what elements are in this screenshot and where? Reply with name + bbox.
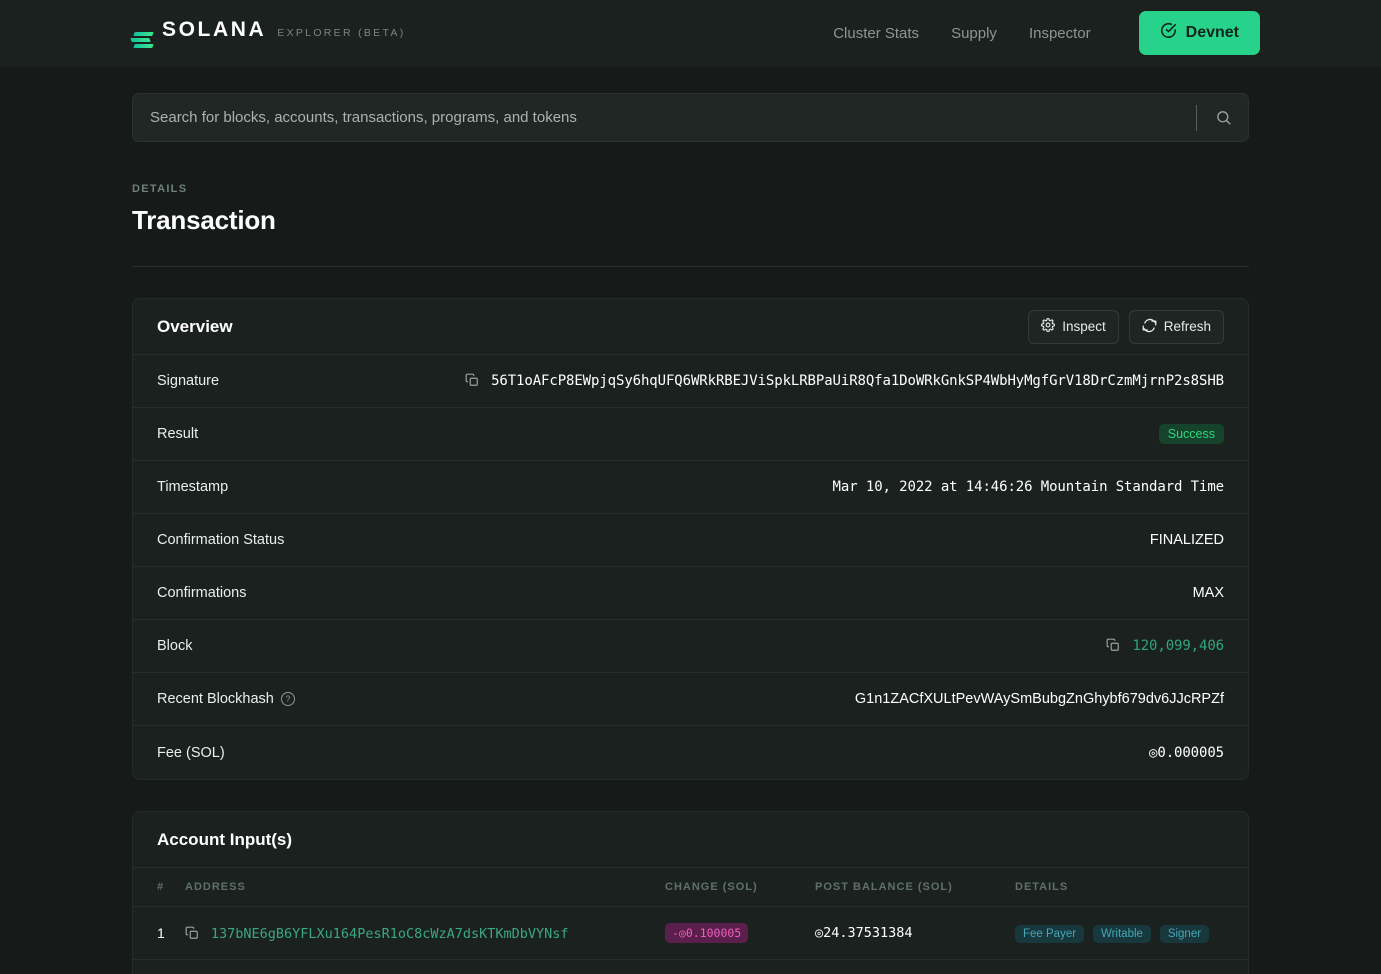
account-inputs-header: Account Input(s) — [133, 812, 1248, 868]
overview-card: Overview Inspect — [132, 298, 1249, 780]
row-details-cell: Writable — [1015, 960, 1248, 974]
nav-item-cluster-stats[interactable]: Cluster Stats — [833, 25, 919, 42]
account-inputs-card: Account Input(s) # ADDRESS CHANGE (SOL) … — [132, 811, 1249, 974]
top-navbar: SOLANA EXPLORER (BETA) Cluster Stats Sup… — [0, 0, 1381, 67]
page-eyebrow: DETAILS — [132, 183, 1249, 195]
inspect-label: Inspect — [1062, 319, 1106, 334]
confirmation-status-label: Confirmation Status — [157, 532, 284, 548]
row-change-cell: -◎0.100005 — [665, 907, 815, 960]
signature-value: 56T1oAFcP8EWpjqSy6hqUFQ6WRkRBEJViSpkLRBP… — [491, 373, 1224, 389]
nav-item-inspector[interactable]: Inspector — [1029, 25, 1091, 42]
row-timestamp: Timestamp Mar 10, 2022 at 14:46:26 Mount… — [133, 461, 1248, 514]
row-address-cell: BgnBvnEKupuqgYVutiXcahmOi7vQrUFx7XYGRp7c… — [185, 960, 665, 974]
row-result: Result Success — [133, 408, 1248, 461]
row-change-cell: +◎0.1 — [665, 960, 815, 974]
gear-icon — [1041, 318, 1055, 335]
row-address-cell: 137bNE6gB6YFLXu164PesR1oC8cWzA7dsKTKmDbV… — [185, 907, 665, 960]
status-badge: Success — [1159, 424, 1224, 444]
row-post-balance: ◎24.37531384 — [815, 907, 1015, 960]
refresh-icon — [1142, 318, 1157, 336]
overview-card-header: Overview Inspect — [133, 299, 1248, 355]
column-header-post-balance: POST BALANCE (SOL) — [815, 868, 1015, 907]
copy-icon[interactable] — [1106, 638, 1120, 652]
confirmations-value: MAX — [1193, 585, 1224, 601]
row-index: 1 — [133, 907, 185, 960]
timestamp-value: Mar 10, 2022 at 14:46:26 Mountain Standa… — [833, 479, 1224, 495]
nav-item-supply[interactable]: Supply — [951, 25, 997, 42]
fee-label: Fee (SOL) — [157, 745, 225, 761]
cluster-label: Devnet — [1186, 24, 1239, 42]
copy-icon[interactable] — [185, 926, 199, 940]
account-inputs-body: 1 137bNE6gB6YFLXu164PesR1oC8cWzA7dsKTKmD… — [133, 907, 1248, 974]
refresh-button[interactable]: Refresh — [1129, 310, 1224, 344]
table-header-row: # ADDRESS CHANGE (SOL) POST BALANCE (SOL… — [133, 868, 1248, 907]
confirmations-label: Confirmations — [157, 585, 246, 601]
help-circle-icon[interactable]: ? — [281, 692, 295, 706]
column-header-address: ADDRESS — [185, 868, 665, 907]
recent-blockhash-text: Recent Blockhash — [157, 691, 274, 707]
block-label: Block — [157, 638, 192, 654]
refresh-label: Refresh — [1164, 319, 1211, 334]
row-block: Block 120,099,406 — [133, 620, 1248, 673]
row-confirmations: Confirmations MAX — [133, 567, 1248, 620]
recent-blockhash-value: G1n1ZACfXULtPevWAySmBubgZnGhybf679dv6JJc… — [855, 691, 1224, 707]
row-signature: Signature 56T1oAFcP8EWpjqSy6hqUFQ6WRkRBE… — [133, 355, 1248, 408]
recent-blockhash-label: Recent Blockhash ? — [157, 691, 295, 707]
fee-value: ◎0.000005 — [1149, 745, 1224, 761]
nav-links: Cluster Stats Supply Inspector Devnet — [833, 11, 1260, 55]
table-row: 2 BgnBvnEKupuqgYVutiXcahmOi7vQrUFx7XYGRp… — [133, 960, 1248, 974]
confirmation-status-value: FINALIZED — [1150, 532, 1224, 548]
page-title: Transaction — [132, 205, 1249, 236]
tag-fee-payer: Fee Payer — [1015, 925, 1084, 943]
brand-name: SOLANA — [162, 18, 266, 42]
table-row: 1 137bNE6gB6YFLXu164PesR1oC8cWzA7dsKTKmD… — [133, 907, 1248, 960]
column-header-index: # — [133, 868, 185, 907]
search-input[interactable] — [150, 109, 1196, 126]
account-inputs-title: Account Input(s) — [157, 830, 292, 850]
account-inputs-table: # ADDRESS CHANGE (SOL) POST BALANCE (SOL… — [133, 868, 1248, 974]
row-recent-blockhash: Recent Blockhash ? G1n1ZACfXULtPevWAySmB… — [133, 673, 1248, 726]
copy-icon[interactable] — [465, 373, 479, 387]
row-index: 2 — [133, 960, 185, 974]
timestamp-label: Timestamp — [157, 479, 228, 495]
tag-writable: Writable — [1093, 925, 1151, 943]
inspect-button[interactable]: Inspect — [1028, 310, 1119, 344]
change-badge: -◎0.100005 — [665, 923, 748, 943]
account-address-link[interactable]: 137bNE6gB6YFLXu164PesR1oC8cWzA7dsKTKmDbV… — [211, 926, 569, 942]
search-divider — [1196, 105, 1197, 131]
search-box[interactable] — [132, 93, 1249, 142]
column-header-details: DETAILS — [1015, 868, 1248, 907]
result-label: Result — [157, 426, 198, 442]
title-divider — [132, 266, 1249, 267]
row-details-cell: Fee Payer Writable Signer — [1015, 907, 1248, 960]
brand-logo[interactable]: SOLANA EXPLORER (BETA) — [132, 18, 406, 48]
row-post-balance: ◎2.6 — [815, 960, 1015, 974]
block-link[interactable]: 120,099,406 — [1132, 638, 1224, 654]
signature-value-wrap: 56T1oAFcP8EWpjqSy6hqUFQ6WRkRBEJViSpkLRBP… — [465, 373, 1224, 389]
row-fee: Fee (SOL) ◎0.000005 — [133, 726, 1248, 779]
cluster-selector-button[interactable]: Devnet — [1139, 11, 1260, 55]
search-bar — [132, 93, 1249, 142]
row-confirmation-status: Confirmation Status FINALIZED — [133, 514, 1248, 567]
column-header-change: CHANGE (SOL) — [665, 868, 815, 907]
tag-signer: Signer — [1160, 925, 1209, 943]
signature-label: Signature — [157, 373, 219, 389]
overview-title: Overview — [157, 317, 233, 337]
search-icon[interactable] — [1215, 109, 1232, 126]
brand-subtitle: EXPLORER (BETA) — [277, 27, 405, 39]
check-circle-icon — [1160, 22, 1177, 44]
solana-logo-icon — [132, 32, 151, 48]
overview-actions: Inspect Refresh — [1028, 310, 1224, 344]
